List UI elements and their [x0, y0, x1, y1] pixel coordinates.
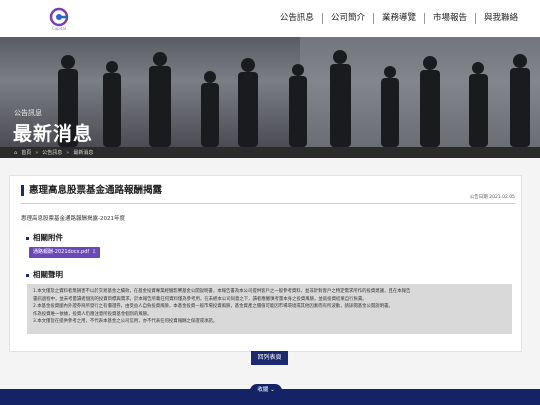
hero-subtitle: 公告訊息 — [14, 109, 42, 117]
article-subtitle: 惠理高息股票基金通路報酬揭露-2021年度 — [21, 216, 125, 222]
bullet-icon — [26, 236, 29, 240]
main-nav: 公告訊息 公司簡介 業務導覽 市場報告 與我聯絡 — [272, 12, 526, 24]
bullet-icon — [26, 273, 29, 277]
disclaimer-line: 作為投資唯一依據，投資人仍應注意所投資基金個別的風險。 — [33, 311, 152, 317]
disclaimer-heading-label: 相關聲明 — [33, 270, 63, 279]
breadcrumb-latest-news: 最新消息 — [73, 150, 94, 156]
title-divider — [21, 203, 515, 204]
breadcrumb-separator: » — [66, 149, 70, 156]
attachments-heading-label: 相關附件 — [33, 233, 63, 242]
footer-collapse-tab[interactable]: 收闔 ⌄ — [250, 384, 282, 396]
site-header: Capital 公告訊息 公司簡介 業務導覽 市場報告 與我聯絡 — [0, 0, 540, 37]
footer-tab-label: 收闔 — [257, 387, 269, 393]
nav-business[interactable]: 業務導覽 — [374, 12, 424, 24]
download-icon: ⇩ — [92, 249, 97, 255]
breadcrumb-home[interactable]: 首頁 — [21, 149, 31, 156]
disclaimer-heading: 相關聲明 — [26, 269, 63, 280]
nav-announcements[interactable]: 公告訊息 — [272, 12, 322, 24]
home-icon: ⌂ — [14, 149, 18, 156]
back-to-list-button[interactable]: 回列表頁 — [251, 351, 288, 365]
disclaimer-line: 3.本文僅旨在提供參考之用，不代表本基金之公司信用，亦不代表任何投資報酬之保證或… — [33, 319, 218, 324]
nav-contact[interactable]: 與我聯絡 — [476, 12, 526, 24]
attachment-label: 通路報酬-2021docx.pdf — [33, 249, 90, 255]
chevron-down-icon: ⌄ — [270, 387, 275, 393]
article-date: 公告日期 2021.02.05 — [469, 195, 515, 200]
hero-title: 最新消息 — [13, 123, 94, 145]
disclaimer-box: 1.本文僅及之資料者無損害不以於交易基金之績效，在基金投資專業經驗影響基金公開說… — [27, 284, 512, 334]
breadcrumb: ⌂ 首頁 » 公告訊息 » 最新消息 — [14, 149, 94, 157]
nav-about[interactable]: 公司簡介 — [323, 12, 373, 24]
nav-market-report[interactable]: 市場報告 — [425, 12, 475, 24]
breadcrumb-announcements[interactable]: 公告訊息 — [42, 149, 62, 156]
disclaimer-line: 2.本基金投資國內外證券商所發行之有價證券，由受益人自負投資風險，本基金投資一般… — [33, 304, 393, 309]
attachment-download-button[interactable]: 通路報酬-2021docx.pdf ⇩ — [29, 247, 101, 258]
disclaimer-line: 1.本文僅及之資料者無損害不以於交易基金之績效，在基金投資專業經驗影響基金公開說… — [33, 289, 411, 294]
article-card: 惠理高息股票基金通路報酬揭露 公告日期 2021.02.05 惠理高息股票基金通… — [9, 175, 522, 352]
logo-wordmark: Capital — [51, 26, 67, 31]
hero-banner: 公告訊息 最新消息 — [0, 37, 540, 147]
article-title: 惠理高息股票基金通路報酬揭露 — [21, 185, 162, 196]
breadcrumb-separator: » — [35, 149, 39, 156]
attachments-heading: 相關附件 — [26, 232, 63, 243]
disclaimer-line: 書訊過程中，並未考量讀者個別的投資目標與需求，於本報告所載任何資料僅為參考用，在… — [33, 296, 367, 302]
